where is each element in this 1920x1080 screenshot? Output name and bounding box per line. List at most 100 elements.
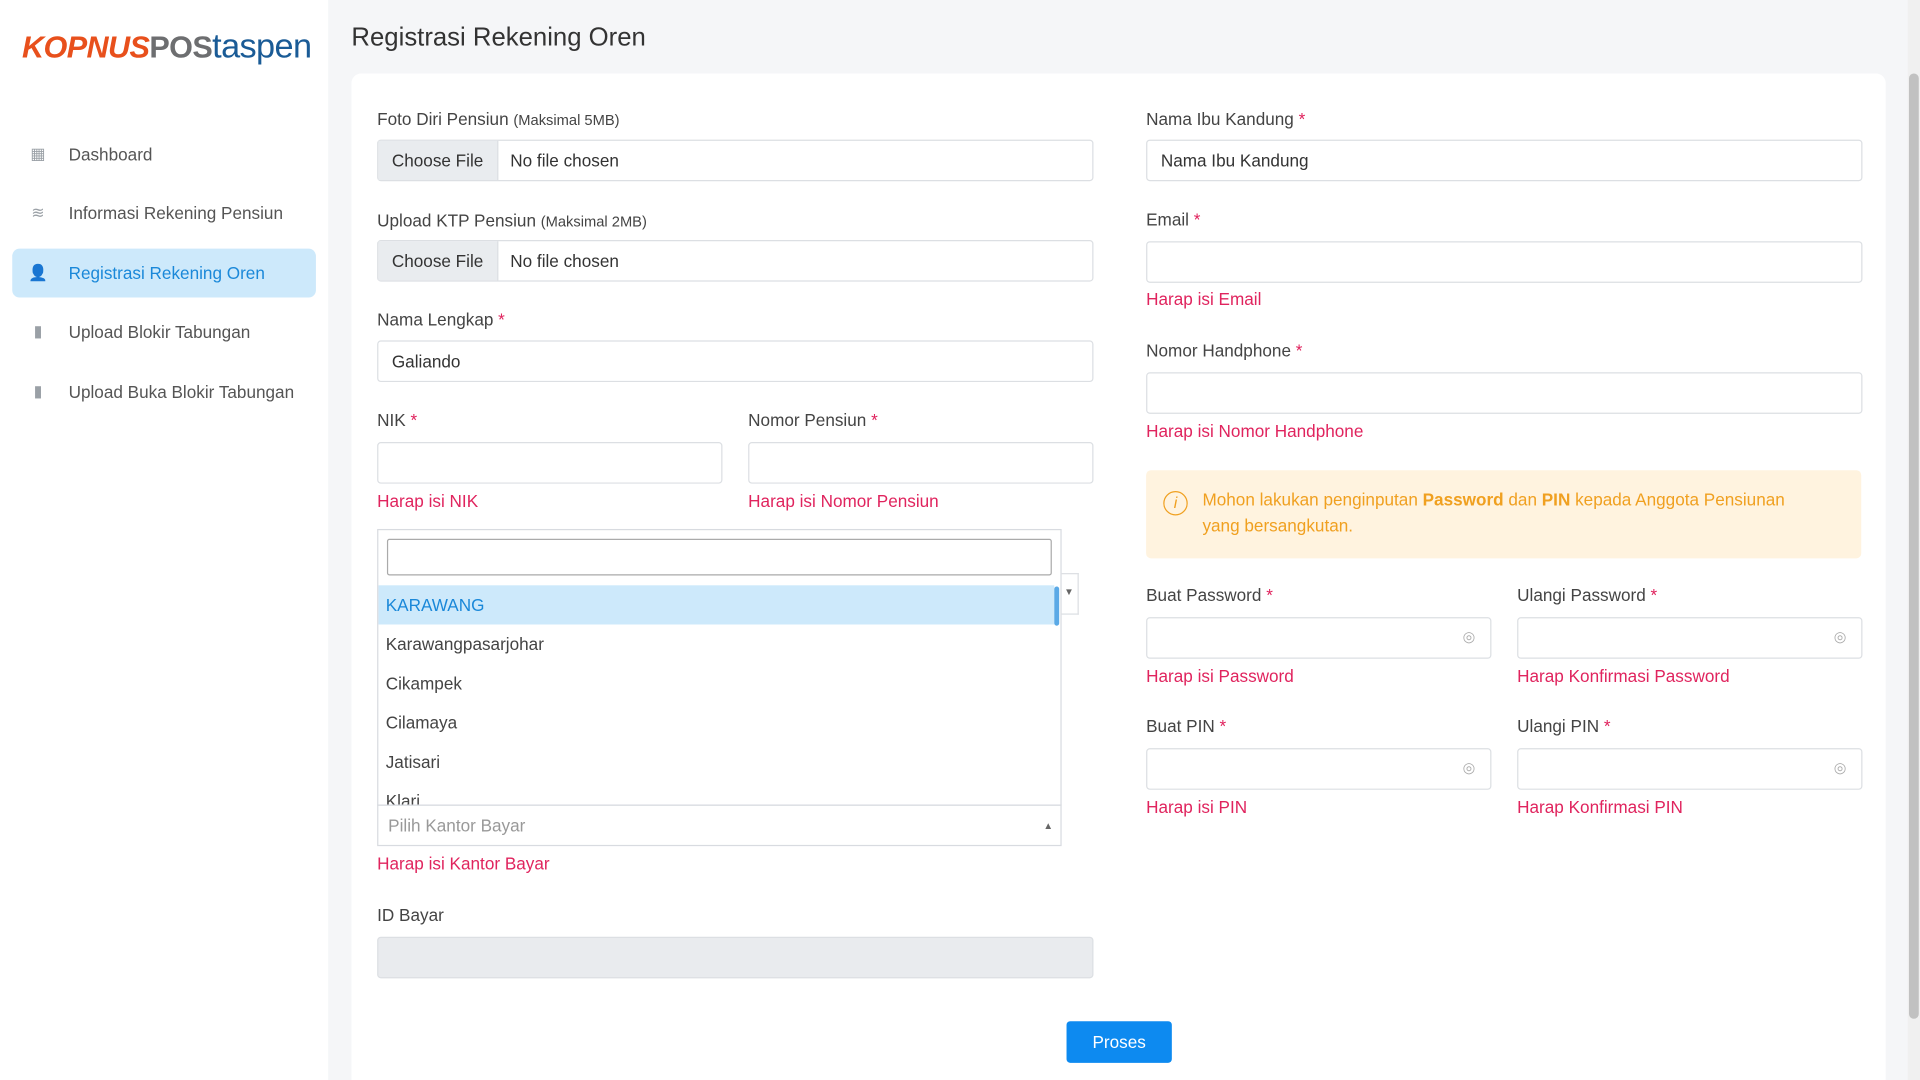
dropdown-scrollbar[interactable] [1054, 586, 1060, 626]
proses-button[interactable]: Proses [1066, 1021, 1172, 1063]
eye-slash-icon[interactable]: ◎ [1834, 628, 1847, 645]
alert-bold: PIN [1541, 489, 1571, 510]
sidebar-item-label: Registrasi Rekening Oren [68, 263, 265, 283]
pin2-error: Harap Konfirmasi PIN [1517, 797, 1683, 817]
password-label: Buat Password * [1146, 585, 1273, 605]
file-upload-icon: ▮ [33, 322, 43, 341]
required-mark: * [1650, 585, 1658, 605]
required-mark: * [871, 410, 878, 430]
required-mark: * [1295, 340, 1303, 361]
kantor-bayar-select[interactable]: Pilih Kantor Bayar ▲ [377, 804, 1062, 847]
logo-part: POS [149, 30, 213, 65]
alert-text: Mohon lakukan penginputan [1202, 489, 1423, 510]
sidebar-item-label: Upload Buka Blokir Tabungan [68, 382, 295, 402]
label-hint: (Maksimal 2MB) [540, 213, 647, 231]
nama-input[interactable]: Galiando [377, 340, 1094, 383]
password2-error: Harap Konfirmasi Password [1517, 666, 1730, 686]
password-error: Harap isi Password [1146, 666, 1294, 686]
label-text: Buat PIN [1146, 716, 1215, 736]
dropdown-option[interactable]: Jatisari [378, 742, 1054, 781]
required-mark: * [1298, 108, 1306, 129]
id-bayar-label: ID Bayar [377, 904, 444, 925]
sidebar-item-label: Dashboard [68, 144, 153, 165]
password-input[interactable]: ◎ [1146, 617, 1492, 659]
hp-label: Nomor Handphone * [1146, 340, 1302, 360]
label-text: Ulangi PIN [1517, 716, 1600, 736]
nik-error: Harap isi NIK [377, 491, 479, 511]
required-mark: * [1266, 585, 1273, 605]
page-scrollbar[interactable] [1907, 0, 1920, 1080]
label-text: Foto Diri Pensiun [377, 108, 509, 129]
page-title: Registrasi Rekening Oren [351, 23, 646, 52]
label-text: Email [1146, 209, 1189, 229]
hp-input[interactable] [1146, 372, 1863, 414]
logo: KOPNUSPOStaspen [22, 26, 312, 66]
kantor-bayar-error: Harap isi Kantor Bayar [377, 853, 550, 874]
select-placeholder: Pilih Kantor Bayar [388, 815, 526, 836]
email-label: Email * [1146, 209, 1200, 229]
choose-file-button[interactable]: Choose File [378, 241, 499, 281]
required-mark: * [1193, 209, 1201, 229]
dropdown-search-input[interactable] [386, 538, 1052, 576]
logo-part: taspen [212, 26, 312, 65]
password2-label: Ulangi Password * [1517, 585, 1657, 605]
label-text: Nomor Handphone [1146, 340, 1291, 361]
scrollbar-thumb[interactable] [1908, 73, 1919, 1019]
ibu-label: Nama Ibu Kandung * [1146, 109, 1305, 129]
label-hint: (Maksimal 5MB) [513, 111, 620, 129]
nik-label: NIK * [377, 410, 417, 430]
choose-file-button[interactable]: Choose File [378, 140, 499, 181]
alert-bold: Password [1422, 489, 1504, 510]
label-text: Nama Lengkap [377, 309, 494, 330]
label-text: NIK [377, 410, 406, 430]
dropdown-option[interactable]: Cikampek [378, 664, 1054, 703]
pin2-input[interactable]: ◎ [1517, 748, 1863, 790]
eye-slash-icon[interactable]: ◎ [1463, 759, 1476, 776]
grid-icon: ▦ [30, 144, 46, 163]
sidebar-item-upload-buka-blokir[interactable]: ▮ Upload Buka Blokir Tabungan [12, 367, 316, 416]
label-text: Ulangi Password [1517, 585, 1646, 605]
required-mark: * [410, 410, 418, 430]
nomor-pensiun-input[interactable] [748, 442, 1094, 484]
sidebar: KOPNUSPOStaspen ▦ Dashboard ≋ Informasi Re… [0, 0, 329, 1080]
file-status: No file chosen [510, 251, 619, 271]
file-status: No file chosen [510, 150, 619, 171]
pin2-label: Ulangi PIN * [1517, 716, 1610, 736]
user-plus-icon: 👤 [28, 263, 48, 282]
alert-message: Mohon lakukan penginputan Password dan P… [1202, 487, 1814, 538]
password2-input[interactable]: ◎ [1517, 617, 1863, 659]
dropdown-option[interactable]: Klari [378, 781, 1054, 804]
required-mark: * [1603, 716, 1611, 736]
ktp-label: Upload KTP Pensiun (Maksimal 2MB) [377, 211, 647, 231]
nik-input[interactable] [377, 442, 723, 484]
label-text: Buat Password [1146, 585, 1262, 605]
pin-error: Harap isi PIN [1146, 797, 1248, 817]
pin-label: Buat PIN * [1146, 716, 1226, 736]
sidebar-item-registrasi[interactable]: 👤 Registrasi Rekening Oren [12, 248, 316, 298]
ibu-input[interactable]: Nama Ibu Kandung [1146, 139, 1863, 182]
dropdown-option[interactable]: Karawangpasarjohar [378, 624, 1054, 663]
sidebar-item-label: Upload Blokir Tabungan [68, 322, 251, 342]
eye-slash-icon[interactable]: ◎ [1463, 628, 1476, 645]
required-mark: * [1219, 716, 1227, 736]
foto-label: Foto Diri Pensiun (Maksimal 5MB) [377, 109, 619, 129]
hp-error: Harap isi Nomor Handphone [1146, 421, 1364, 441]
nomor-pensiun-error: Harap isi Nomor Pensiun [748, 491, 939, 511]
email-input[interactable] [1146, 241, 1863, 283]
file-upload-icon: ▮ [33, 382, 43, 401]
dropdown-option[interactable]: Cilamaya [378, 703, 1054, 742]
kantor-bayar-dropdown: KARAWANG Karawangpasarjohar Cikampek Cil… [377, 528, 1062, 806]
id-bayar-input [377, 936, 1094, 979]
sidebar-item-dashboard[interactable]: ▦ Dashboard [12, 130, 316, 179]
label-text: Nomor Pensiun [748, 410, 867, 430]
foto-file-input[interactable]: Choose File No file chosen [377, 139, 1094, 182]
alert-text: dan [1503, 489, 1542, 510]
email-error: Harap isi Email [1146, 288, 1262, 309]
sidebar-item-upload-blokir[interactable]: ▮ Upload Blokir Tabungan [12, 307, 316, 356]
info-icon: i [1163, 491, 1188, 516]
pin-input[interactable]: ◎ [1146, 748, 1492, 790]
eye-slash-icon[interactable]: ◎ [1834, 759, 1847, 776]
sidebar-item-informasi[interactable]: ≋ Informasi Rekening Pensiun [12, 189, 316, 238]
ktp-file-input[interactable]: Choose File No file chosen [377, 240, 1094, 282]
dropdown-option[interactable]: KARAWANG [378, 585, 1055, 625]
